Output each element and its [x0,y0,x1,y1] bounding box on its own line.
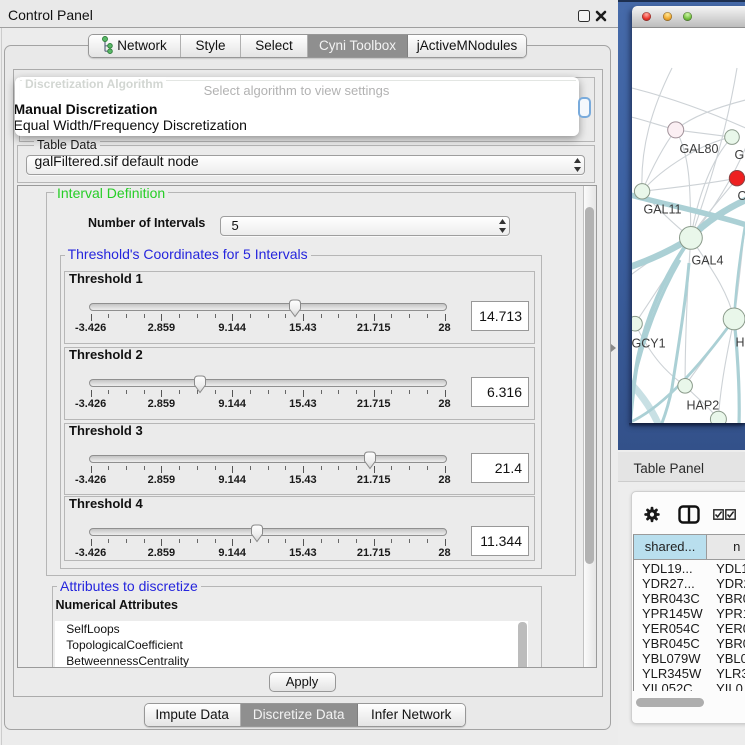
svg-text:H: H [735,335,744,349]
svg-text:GAL80: GAL80 [679,141,718,155]
svg-text:HAP2: HAP2 [686,398,719,412]
svg-text:C: C [737,189,745,203]
svg-text:GAL11: GAL11 [643,202,681,216]
svg-text:G.: G. [734,148,745,162]
svg-text:GCY1: GCY1 [632,336,666,350]
svg-text:GAL4: GAL4 [691,253,723,267]
